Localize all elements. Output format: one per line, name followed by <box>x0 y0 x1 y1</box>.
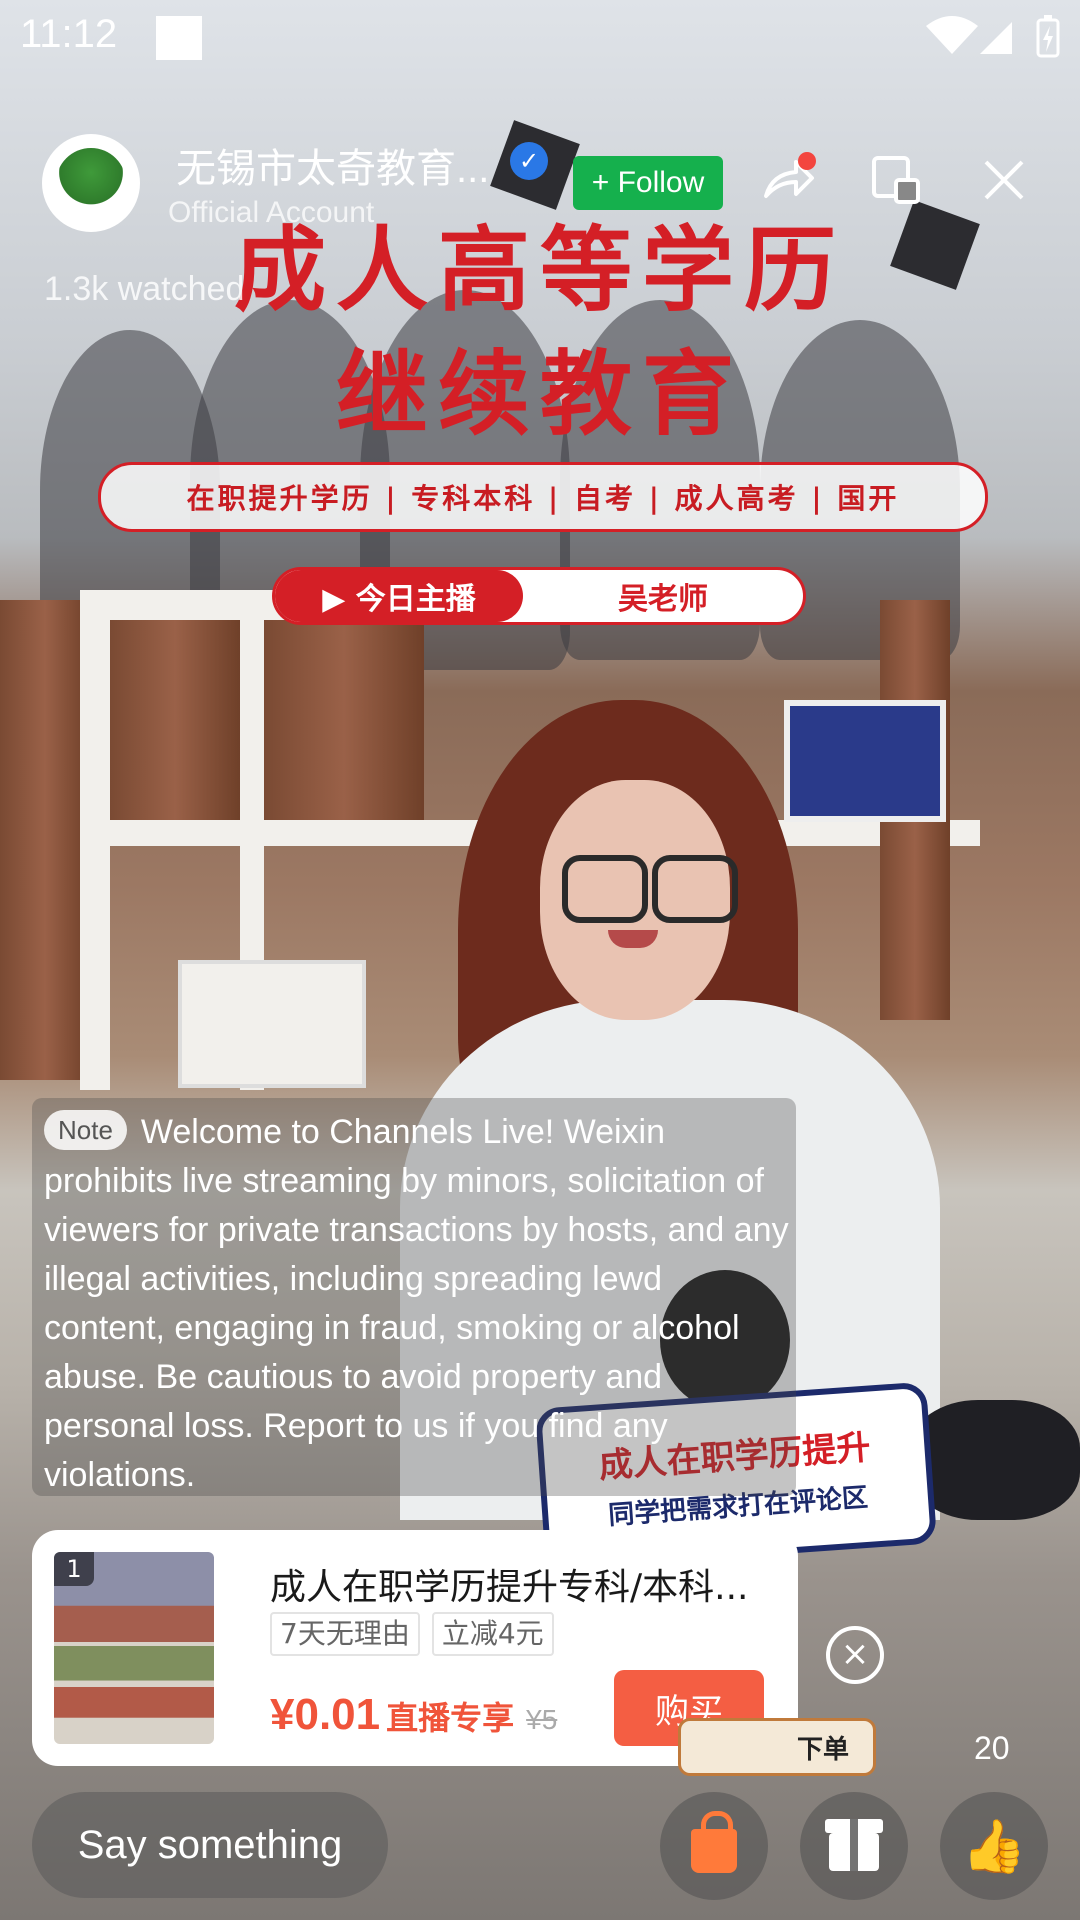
battery-icon <box>1036 15 1060 58</box>
host-pill: ▶ 今日主播 吴老师 <box>272 567 806 625</box>
price-row: ¥0.01 直播专享 ¥5 <box>270 1690 557 1740</box>
product-tags: 7天无理由 立减4元 <box>270 1612 554 1656</box>
host-name: 吴老师 <box>618 582 708 617</box>
live-stream-screen: 成人高等学历 继续教育 在职提升学历 | 专科本科 | 自考 | 成人高考 | … <box>0 0 1080 1920</box>
order-bubble: 下单 <box>678 1718 876 1776</box>
verified-icon: ✓ <box>510 142 548 180</box>
tree-logo-icon <box>56 148 126 218</box>
wifi-icon <box>926 16 978 54</box>
account-avatar[interactable] <box>42 134 140 232</box>
watched-count: 1.3k watched <box>44 270 245 308</box>
account-name[interactable]: 无锡市太奇教育... <box>176 136 489 194</box>
note-badge: Note <box>44 1110 127 1150</box>
product-price: ¥0.01 <box>270 1690 381 1739</box>
shop-button[interactable] <box>660 1792 768 1900</box>
notification-square-icon <box>156 16 202 60</box>
close-icon[interactable] <box>974 150 1034 210</box>
note-text: Welcome to Channels Live! Weixin prohibi… <box>44 1113 789 1494</box>
comment-input[interactable]: Say something <box>32 1792 388 1898</box>
shopping-bag-icon <box>691 1811 737 1873</box>
note-text-block: Note Welcome to Channels Live! Weixin pro… <box>44 1108 792 1500</box>
product-index: 1 <box>54 1552 94 1586</box>
stream-title-line1: 成人高等学历 <box>233 216 846 324</box>
gift-button[interactable] <box>800 1792 908 1900</box>
product-tag: 立减4元 <box>431 1612 554 1656</box>
float-window-icon[interactable] <box>866 150 926 210</box>
like-button[interactable]: 👍 <box>940 1792 1048 1900</box>
product-title[interactable]: 成人在职学历提升专科/本科... <box>270 1558 770 1610</box>
share-notification-dot <box>798 152 816 170</box>
host-label: ▶ 今日主播 <box>275 570 523 622</box>
gift-icon <box>825 1819 883 1871</box>
product-tag: 7天无理由 <box>270 1612 420 1656</box>
status-bar: 11:12 <box>0 0 1080 76</box>
like-count: 20 <box>974 1730 1010 1766</box>
product-thumbnail[interactable]: 1 <box>54 1552 214 1744</box>
follow-button[interactable]: + Follow <box>573 156 723 210</box>
status-time: 11:12 <box>20 12 118 56</box>
live-price-label: 直播专享 <box>386 1699 515 1737</box>
close-product-card-icon[interactable]: × <box>826 1626 884 1684</box>
original-price: ¥5 <box>526 1704 558 1735</box>
stream-title-line2: 继续教育 <box>335 340 744 448</box>
thumbs-up-icon: 👍 <box>961 1816 1027 1877</box>
signal-icon <box>980 22 1012 54</box>
account-type: Official Account <box>168 196 375 229</box>
stream-categories: 在职提升学历 | 专科本科 | 自考 | 成人高考 | 国开 <box>98 462 988 532</box>
